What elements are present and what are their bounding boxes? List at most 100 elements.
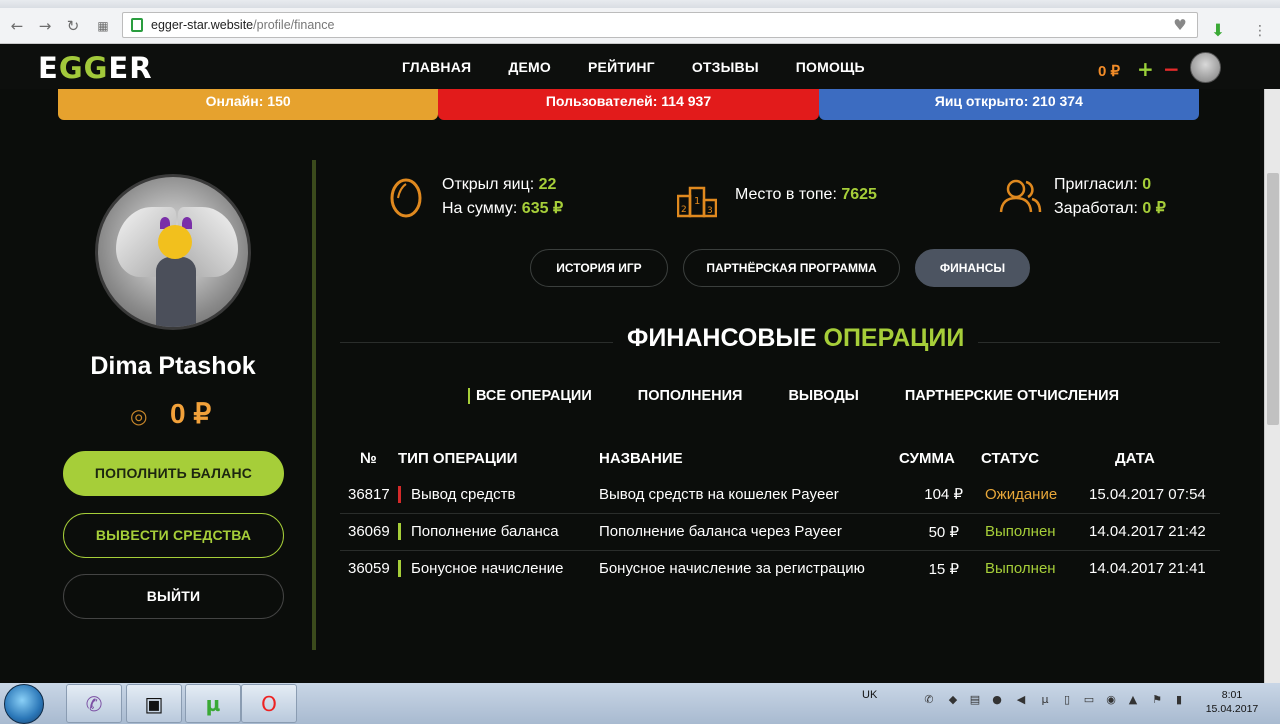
- filter-withdrawals[interactable]: ВЫВОДЫ: [788, 388, 858, 404]
- tray-signal-icon[interactable]: ▮: [1172, 693, 1186, 707]
- table-row: 36059 Бонусное начисление Бонусное начис…: [340, 550, 1220, 587]
- tray-torrent-icon[interactable]: µ: [1038, 693, 1052, 707]
- language-indicator[interactable]: UK: [862, 689, 877, 701]
- menu-item-home[interactable]: ГЛАВНАЯ: [402, 59, 471, 75]
- menu-item-demo[interactable]: ДЕМО: [508, 59, 551, 75]
- users-icon: [999, 179, 1042, 213]
- coins-icon: ◎: [130, 404, 148, 428]
- user-balance: 0 ₽: [170, 398, 212, 429]
- table-row: 36817 Вывод средств Вывод средств на кош…: [340, 476, 1220, 514]
- main-content: Открыл яиц: 22 На сумму: 635 ₽ 123 Место…: [340, 160, 1220, 610]
- row-date: 14.04.2017 21:41: [1089, 560, 1206, 578]
- row-sum: 104 ₽: [899, 476, 969, 514]
- plus-icon[interactable]: +: [1137, 57, 1154, 81]
- col-status: СТАТУС: [981, 449, 1040, 467]
- utorrent-icon[interactable]: µ: [185, 684, 241, 723]
- stat-users: Пользователей: 114 937: [438, 89, 819, 120]
- tray-nvidia-icon[interactable]: ▲: [1126, 693, 1140, 707]
- tray-app2-icon[interactable]: ◉: [1104, 693, 1118, 707]
- tab-game-history[interactable]: ИСТОРИЯ ИГР: [530, 249, 668, 287]
- withdraw-button[interactable]: ВЫВЕСТИ СРЕДСТВА: [63, 513, 284, 558]
- row-date: 14.04.2017 21:42: [1079, 513, 1220, 551]
- header-balance: 0 ₽: [1098, 63, 1121, 80]
- row-name: Вывод средств на кошелек Payeer: [599, 476, 899, 514]
- username: Dima Ptashok: [90, 352, 256, 380]
- tray-viber-icon[interactable]: ✆: [922, 693, 936, 707]
- row-type: Вывод средств: [398, 476, 599, 514]
- svg-text:1: 1: [694, 196, 700, 207]
- logo[interactable]: EGGER: [38, 51, 153, 85]
- site-header: EGGER ГЛАВНАЯ ДЕМО РЕЙТИНГ ОТЗЫВЫ ПОМОЩЬ…: [0, 45, 1280, 89]
- tab-finance[interactable]: ФИНАНСЫ: [915, 249, 1030, 287]
- operations-table: № ТИП ОПЕРАЦИИ НАЗВАНИЕ СУММА СТАТУС ДАТ…: [340, 440, 1220, 587]
- tray-volume-icon[interactable]: ◀: [1014, 693, 1028, 707]
- row-number: 36817: [340, 476, 398, 514]
- row-name: Бонусное начисление за регистрацию: [599, 560, 865, 578]
- menu-item-rating[interactable]: РЕЙТИНГ: [588, 59, 655, 75]
- tray-display-icon[interactable]: ▭: [1082, 693, 1096, 707]
- apps-icon[interactable]: ▦: [94, 17, 112, 35]
- start-button[interactable]: [4, 684, 44, 724]
- filter-all[interactable]: ВСЕ ОПЕРАЦИИ: [468, 388, 592, 404]
- opera-icon[interactable]: O: [241, 684, 297, 723]
- row-status: Ожидание: [969, 476, 1079, 514]
- main-menu: ГЛАВНАЯ ДЕМО РЕЙТИНГ ОТЗЫВЫ ПОМОЩЬ: [402, 59, 902, 75]
- address-bar[interactable]: egger-star.website/profile/finance ♥: [122, 12, 1198, 38]
- row-number: 36069: [340, 513, 398, 551]
- deposit-button[interactable]: ПОПОЛНИТЬ БАЛАНС: [63, 451, 284, 496]
- filter-partner[interactable]: ПАРТНЕРСКИЕ ОТЧИСЛЕНИЯ: [905, 388, 1119, 404]
- svg-text:3: 3: [707, 206, 713, 216]
- logout-button[interactable]: ВЫЙТИ: [63, 574, 284, 619]
- scrollbar-thumb[interactable]: [1267, 173, 1279, 425]
- heart-icon[interactable]: ♥: [1171, 16, 1189, 34]
- minus-icon[interactable]: −: [1163, 57, 1180, 81]
- section-title: ФИНАНСОВЫЕ ОПЕРАЦИИ: [613, 324, 979, 353]
- svg-text:2: 2: [681, 205, 687, 215]
- profile-tabs: ИСТОРИЯ ИГР ПАРТНЁРСКАЯ ПРОГРАММА ФИНАНС…: [530, 249, 1045, 287]
- menu-item-reviews[interactable]: ОТЗЫВЫ: [692, 59, 759, 75]
- taskbar: ✆ ▣ µ O UK ✆ ◆ ▤ ● ◀ µ ▯ ▭ ◉ ▲ ⚑ ▮ 8:01 …: [0, 683, 1280, 724]
- video-editor-icon[interactable]: ▣: [126, 684, 182, 723]
- stat-eggs: Яиц открыто: 210 374: [818, 89, 1199, 120]
- tray-app-icon[interactable]: ◆: [946, 693, 960, 707]
- table-header-row: № ТИП ОПЕРАЦИИ НАЗВАНИЕ СУММА СТАТУС ДАТ…: [340, 440, 1220, 476]
- col-date: ДАТА: [1115, 449, 1155, 467]
- row-status: Выполнен: [969, 513, 1079, 551]
- system-clock[interactable]: 8:01 15.04.2017: [1204, 688, 1260, 716]
- col-number: №: [360, 449, 377, 467]
- menu-item-help[interactable]: ПОМОЩЬ: [796, 59, 865, 75]
- header-avatar[interactable]: [1190, 52, 1221, 83]
- row-name: Пополнение баланса через Payeer: [599, 513, 899, 551]
- row-status: Выполнен: [985, 560, 1056, 578]
- viber-icon[interactable]: ✆: [66, 684, 122, 723]
- operations-filter: ВСЕ ОПЕРАЦИИ ПОПОЛНЕНИЯ ВЫВОДЫ ПАРТНЕРСК…: [468, 388, 1165, 404]
- back-icon[interactable]: ←: [8, 17, 26, 35]
- col-type: ТИП ОПЕРАЦИИ: [398, 449, 518, 467]
- reload-icon[interactable]: ↻: [64, 17, 82, 35]
- forward-icon[interactable]: →: [36, 17, 54, 35]
- row-type: Пополнение баланса: [398, 513, 599, 551]
- row-number: 36059: [348, 560, 390, 578]
- col-sum: СУММА: [899, 449, 955, 467]
- tray-device-icon[interactable]: ▯: [1060, 693, 1074, 707]
- page-scrollbar[interactable]: [1264, 89, 1280, 683]
- row-type: Бонусное начисление: [398, 550, 599, 587]
- browser-toolbar: ← → ↻ ▦ egger-star.website/profile/finan…: [0, 8, 1280, 44]
- tray-flag-icon[interactable]: ⚑: [1150, 693, 1164, 707]
- tab-partner-program[interactable]: ПАРТНЁРСКАЯ ПРОГРАММА: [683, 249, 900, 287]
- row-sum: 50 ₽: [899, 513, 969, 551]
- stat-online: Онлайн: 150: [58, 89, 439, 120]
- podium-icon: 12 3: [677, 186, 717, 218]
- table-row: 36069 Пополнение баланса Пополнение бала…: [340, 513, 1220, 551]
- download-icon[interactable]: ⬇: [1208, 21, 1228, 41]
- tray-network-icon[interactable]: ▤: [968, 693, 982, 707]
- tray-shield-icon[interactable]: ●: [990, 693, 1004, 707]
- row-date: 15.04.2017 07:54: [1079, 476, 1220, 514]
- profile-sidebar: Dima Ptashok ◎ 0 ₽ ПОПОЛНИТЬ БАЛАНС ВЫВЕ…: [58, 160, 316, 650]
- url-text: egger-star.website/profile/finance: [151, 18, 335, 32]
- menu-icon[interactable]: ⋮: [1250, 21, 1270, 41]
- row-sum: 15 ₽: [928, 560, 959, 578]
- stats-bar: Онлайн: 150 Пользователей: 114 937 Яиц о…: [58, 89, 1199, 120]
- col-name: НАЗВАНИЕ: [599, 449, 683, 467]
- filter-deposits[interactable]: ПОПОЛНЕНИЯ: [638, 388, 743, 404]
